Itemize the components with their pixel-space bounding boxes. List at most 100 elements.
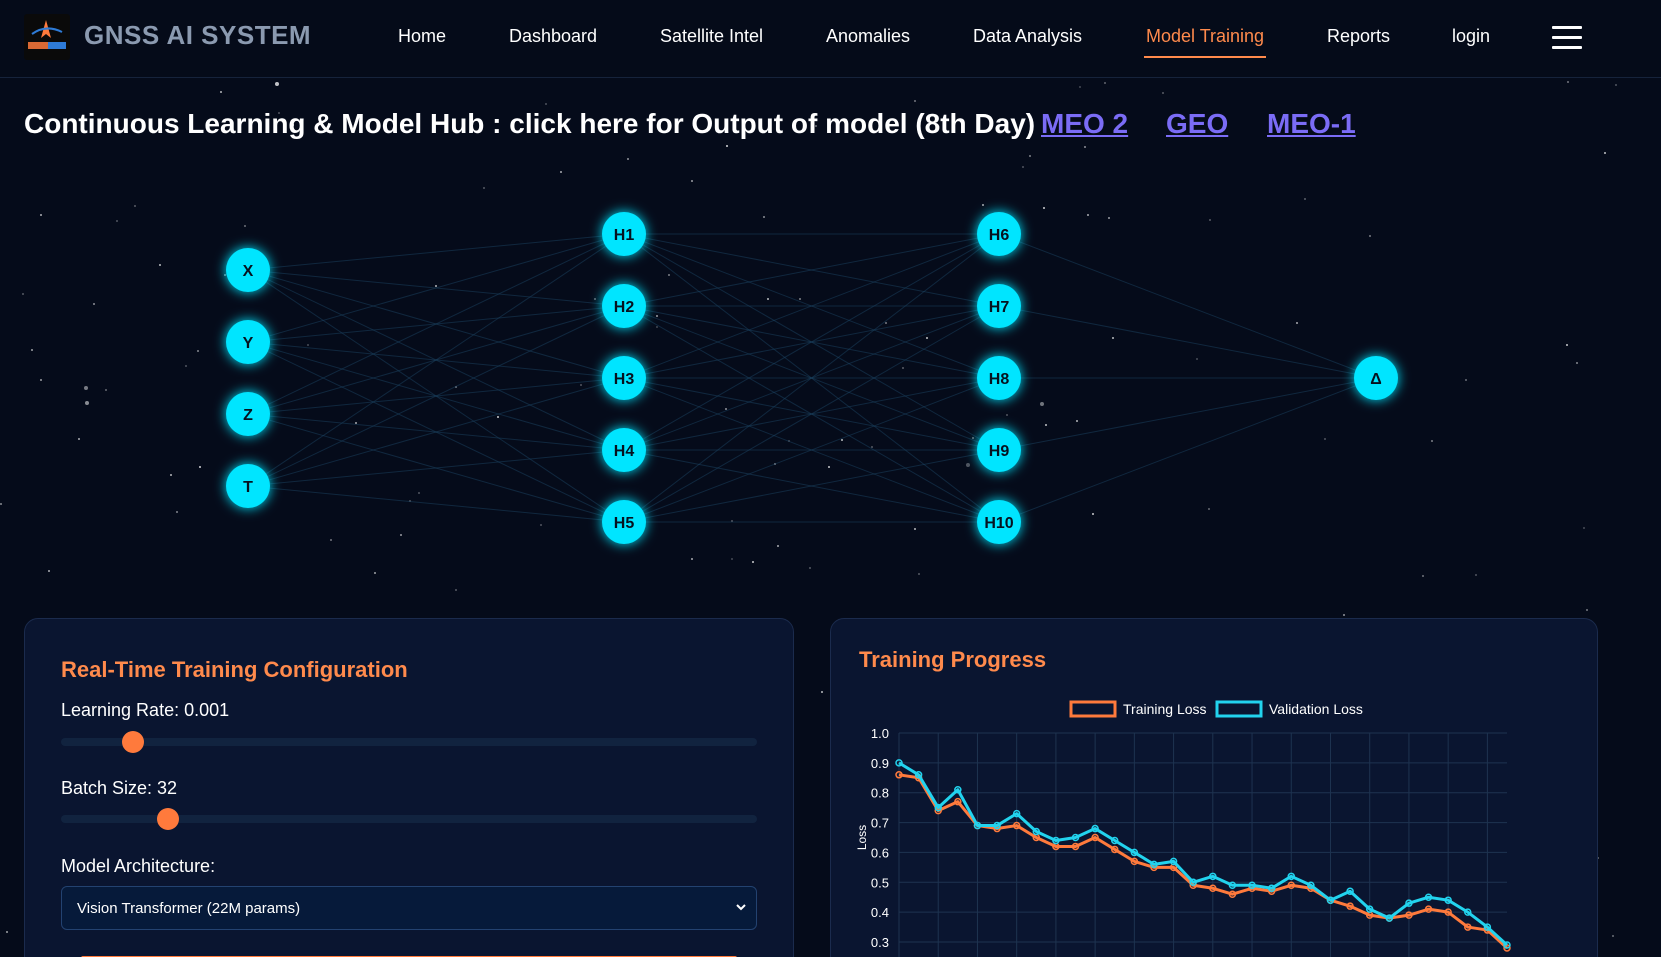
network-node: H6	[977, 212, 1021, 256]
network-node-label: H6	[989, 227, 1010, 244]
network-node-label: Δ	[1370, 371, 1382, 388]
star	[1022, 166, 1024, 168]
chart-grid	[898, 732, 1507, 957]
page-headline-link[interactable]: Continuous Learning & Model Hub : click …	[24, 108, 1035, 140]
network-node-label: H8	[989, 371, 1010, 388]
star	[275, 82, 279, 86]
nav-home-link[interactable]: Home	[398, 26, 446, 47]
star	[1104, 82, 1106, 84]
network-node-label: H5	[614, 515, 635, 532]
model-architecture-value: Vision Transformer (22M params)	[77, 900, 301, 917]
training-loss-chart: 1.0 0.9 0.8 0.7 0.6 0.5 0.4 0.3 Loss Training Los…	[855, 700, 1511, 957]
star	[1615, 84, 1617, 86]
star	[560, 171, 562, 173]
network-node: T	[226, 464, 270, 508]
brand-name: GNSS AI SYSTEM	[84, 20, 312, 50]
meo-1-link[interactable]: MEO-1	[1267, 108, 1356, 140]
isro-logo[interactable]	[24, 14, 70, 60]
star	[1084, 146, 1086, 148]
network-node-label: X	[243, 263, 254, 280]
legend-item[interactable]: Training Loss	[1069, 700, 1207, 718]
y-tick-label: 0.6	[871, 845, 889, 860]
network-edge	[998, 377, 1377, 451]
progress-title: Training Progress	[859, 647, 1047, 672]
legend-label: Training Loss	[1123, 701, 1207, 717]
star	[1586, 609, 1588, 611]
learning-rate-slider-thumb[interactable]	[122, 731, 145, 753]
learning-rate-label: Learning Rate: 0.001	[61, 700, 230, 720]
network-edge	[247, 377, 625, 487]
star	[1162, 92, 1164, 94]
nav-model-training-link[interactable]: Model Training	[1143, 26, 1267, 58]
star	[1343, 614, 1345, 616]
legend-item[interactable]: Validation Loss	[1215, 700, 1363, 718]
training-config-panel: Real-Time Training Configuration Learnin…	[24, 618, 794, 957]
network-node-label: Z	[243, 407, 253, 424]
network-node: X	[226, 248, 270, 292]
top-navbar: GNSS AI SYSTEM Home Dashboard Satellite …	[0, 0, 1661, 78]
network-node: Δ	[1354, 356, 1398, 400]
network-edge	[247, 233, 625, 487]
y-tick-label: 0.4	[871, 905, 889, 920]
network-node-label: Y	[243, 335, 254, 352]
hamburger-menu-icon[interactable]	[1552, 26, 1582, 50]
y-axis-label: Loss	[855, 825, 869, 850]
y-tick-label: 0.7	[871, 816, 889, 831]
series-line	[898, 773, 1509, 950]
config-title: Real-Time Training Configuration	[61, 657, 408, 682]
series-line	[898, 761, 1509, 947]
network-node: H3	[602, 356, 646, 400]
network-edge	[998, 305, 1377, 379]
y-tick-label: 0.9	[871, 756, 889, 771]
legend-swatch	[1069, 700, 1117, 718]
model-architecture-select[interactable]: Vision Transformer (22M params)	[61, 886, 757, 930]
network-node-label: H3	[614, 371, 635, 388]
star	[1604, 152, 1606, 154]
legend-label: Validation Loss	[1269, 701, 1363, 717]
network-node-label: H2	[614, 299, 635, 316]
star	[821, 691, 823, 693]
network-node: H5	[602, 500, 646, 544]
network-node: H4	[602, 428, 646, 472]
network-edge	[247, 233, 625, 271]
neural-network-diagram: X Y Z T H1 H2 H3 H4 H5 H6 H7 H8 H9 H10 Δ	[226, 212, 1398, 544]
network-edge	[247, 449, 625, 487]
meo-2-link[interactable]: MEO 2	[1041, 108, 1128, 140]
training-progress-panel: Training Progress 1.0 0.9 0.8 0.7 0.6 0.5 0.4 0…	[830, 618, 1598, 957]
network-node: H1	[602, 212, 646, 256]
network-edge	[247, 233, 625, 343]
star	[545, 103, 547, 105]
star	[1079, 86, 1081, 88]
network-node: H10	[977, 500, 1021, 544]
star	[1029, 155, 1031, 157]
star	[1612, 935, 1614, 937]
chevron-down-icon	[736, 904, 746, 911]
y-tick-label: 1.0	[871, 726, 889, 741]
star	[914, 100, 916, 102]
star	[6, 931, 8, 933]
network-edge	[998, 233, 1377, 379]
nav-reports-link[interactable]: Reports	[1327, 26, 1390, 47]
nav-login-link[interactable]: login	[1452, 26, 1490, 47]
network-node: Y	[226, 320, 270, 364]
geo-link[interactable]: GEO	[1166, 108, 1228, 140]
network-edge	[247, 485, 625, 523]
network-edge	[998, 377, 1377, 523]
network-node-label: H7	[989, 299, 1010, 316]
network-edge	[247, 305, 625, 487]
learning-rate-slider[interactable]	[61, 731, 757, 753]
star	[220, 91, 222, 93]
nav-data-analysis-link[interactable]: Data Analysis	[973, 26, 1082, 47]
y-tick-label: 0.3	[871, 935, 889, 950]
network-node: H7	[977, 284, 1021, 328]
model-architecture-label: Model Architecture:	[61, 856, 216, 876]
legend-swatch	[1215, 700, 1263, 718]
network-node-label: H10	[984, 515, 1013, 532]
batch-size-slider-thumb[interactable]	[157, 808, 180, 830]
nav-dashboard-link[interactable]: Dashboard	[509, 26, 597, 47]
network-node-label: H9	[989, 443, 1010, 460]
network-node-label: T	[243, 479, 253, 496]
nav-anomalies-link[interactable]: Anomalies	[826, 26, 910, 47]
batch-size-slider[interactable]	[61, 808, 757, 830]
nav-satellite-intel-link[interactable]: Satellite Intel	[660, 26, 763, 47]
